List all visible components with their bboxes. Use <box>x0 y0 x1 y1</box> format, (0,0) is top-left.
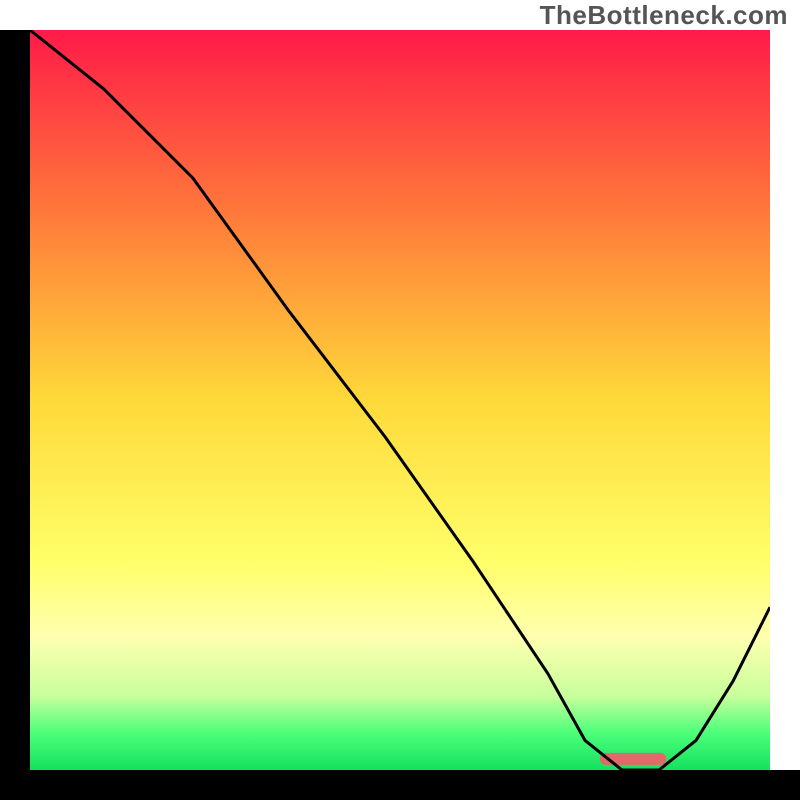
axis-overlay <box>0 0 800 800</box>
chart-frame: TheBottleneck.com <box>0 0 800 800</box>
